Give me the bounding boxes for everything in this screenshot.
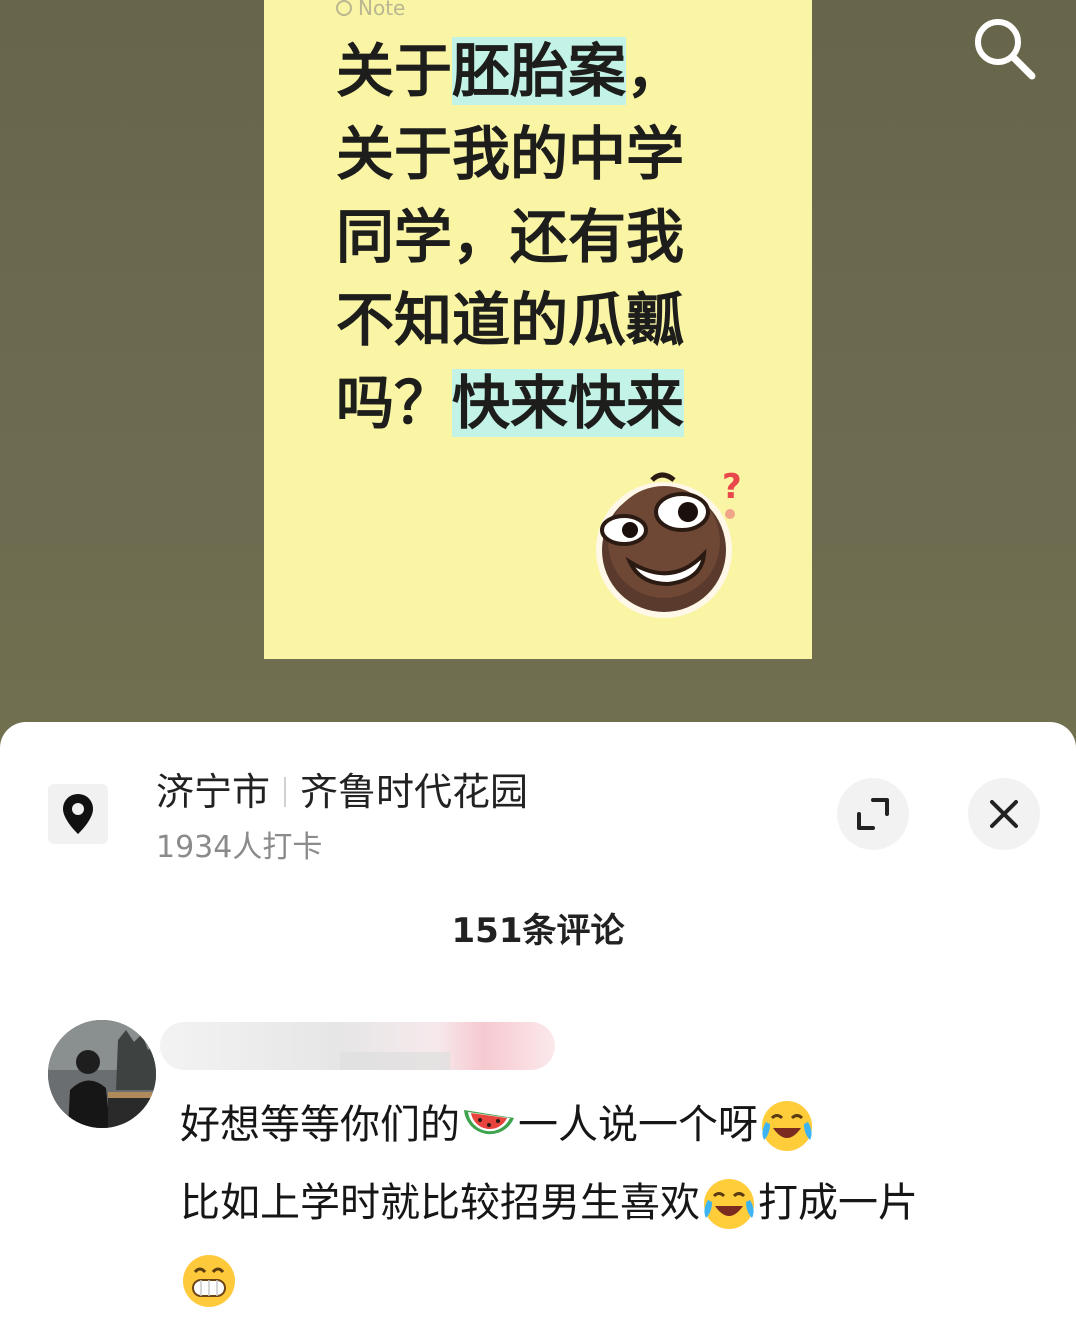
- location-pin-icon: [63, 794, 93, 834]
- note-text: 关于胚胎案， 关于我的中学 同学，还有我 不知道的瓜瓤 吗？快来快来: [336, 30, 716, 445]
- note-card: Note 关于胚胎案， 关于我的中学 同学，还有我 不知道的瓜瓤 吗？快来快来 …: [264, 0, 812, 659]
- close-icon: [990, 800, 1018, 828]
- note-tag: Note: [336, 0, 405, 20]
- comment-line-2-text-a: 比如上学时就比较招男生喜欢: [180, 1180, 700, 1226]
- location-title[interactable]: 济宁市 齐鲁时代花园: [156, 766, 528, 818]
- note-line-1-punct: ，: [626, 37, 685, 105]
- note-line-5: 吗？快来快来: [336, 362, 716, 445]
- comment-text: 好想等等你们的 一人说一个呀 比如上学时就比较招男生喜欢 打成一片: [180, 1086, 1050, 1320]
- username-redacted[interactable]: [160, 1022, 555, 1070]
- watermelon-emoji: [464, 1110, 514, 1135]
- close-button[interactable]: [968, 778, 1040, 850]
- comment-line-1-text-b: 一人说一个呀: [518, 1102, 758, 1148]
- thinking-grin-sticker: ?: [596, 470, 742, 618]
- note-line-2: 关于我的中学: [336, 120, 685, 188]
- location-separator: [284, 777, 287, 807]
- search-icon: [975, 19, 1036, 80]
- comment-line-3: [180, 1242, 1050, 1320]
- note-line-1-text: 关于: [336, 37, 453, 105]
- location-city: 济宁市: [156, 770, 271, 814]
- expand-button[interactable]: [837, 778, 909, 850]
- comment-line-1: 好想等等你们的 一人说一个呀: [180, 1086, 1050, 1164]
- svg-text:?: ?: [722, 470, 742, 507]
- redaction-blur: [160, 1022, 555, 1070]
- expand-icon: [857, 798, 889, 830]
- note-tag-label: Note: [358, 0, 406, 20]
- comment-line-2: 比如上学时就比较招男生喜欢 打成一片: [180, 1164, 1050, 1242]
- laughing-crying-emoji: [704, 1179, 754, 1229]
- avatar[interactable]: [48, 1020, 156, 1128]
- avatar-image: [48, 1020, 156, 1128]
- note-line-1-highlight: 胚胎案: [452, 37, 627, 105]
- note-line-3: 同学，还有我: [336, 203, 685, 271]
- comment-count: 151条评论: [451, 911, 625, 951]
- comment-line-1-text-a: 好想等等你们的: [180, 1102, 460, 1148]
- search-button[interactable]: [970, 14, 1038, 82]
- location-icon-box[interactable]: [48, 784, 108, 844]
- grinning-emoji: [183, 1255, 235, 1307]
- location-place: 齐鲁时代花园: [300, 770, 529, 814]
- note-line-4: 不知道的瓜瓤: [336, 286, 685, 354]
- note-ring-icon: [336, 0, 352, 16]
- note-line-5-text: 吗？: [336, 369, 453, 437]
- location-checkins: 1934人打卡: [156, 830, 323, 865]
- comment-line-2-text-b: 打成一片: [758, 1180, 918, 1226]
- note-line-5-highlight: 快来快来: [452, 369, 685, 437]
- laughing-crying-emoji: [762, 1101, 812, 1151]
- note-line-1: 关于胚胎案，: [336, 30, 716, 113]
